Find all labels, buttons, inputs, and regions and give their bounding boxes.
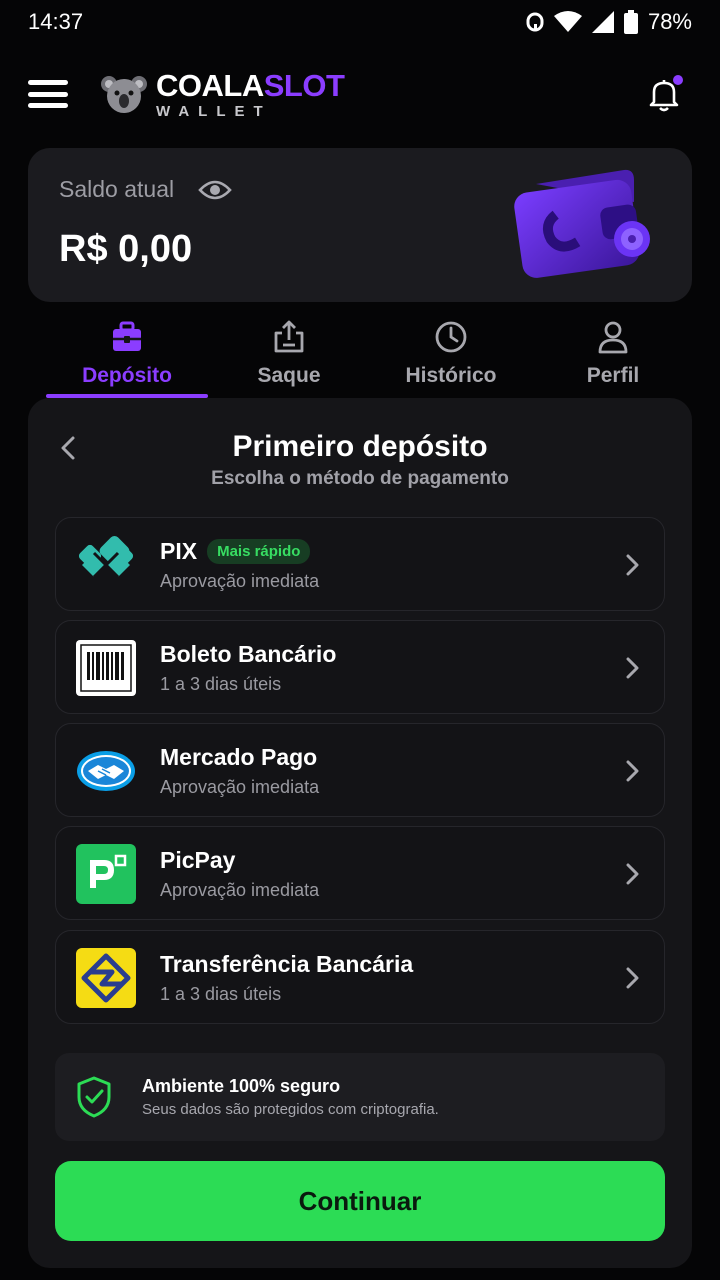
tab-label: Saque	[257, 364, 321, 387]
chevron-right-icon	[626, 760, 639, 782]
bank-icon	[76, 948, 136, 1008]
chevron-right-icon	[626, 554, 639, 576]
status-time: 14:37	[28, 9, 84, 34]
continue-button[interactable]: Continuar	[55, 1161, 665, 1241]
tab-label: Histórico	[405, 364, 497, 387]
security-title: Ambiente 100% seguro	[142, 1076, 341, 1096]
security-notice: Ambiente 100% seguro Seus dados são prot…	[55, 1053, 665, 1141]
mercado-pago-icon	[77, 751, 135, 791]
panel-title: Primeiro depósito	[232, 430, 488, 463]
menu-icon[interactable]	[28, 76, 68, 112]
app-header: COALASLOT WALLET	[0, 56, 720, 132]
notification-bell-icon[interactable]	[644, 74, 684, 114]
tab-deposito[interactable]: Depósito	[46, 312, 208, 398]
balance-value: R$ 0,00	[59, 228, 193, 270]
wallet-icon	[514, 169, 650, 278]
tab-saque[interactable]: Saque	[208, 312, 370, 398]
eye-icon[interactable]	[198, 178, 232, 202]
method-description: Aprovação imediata	[160, 777, 320, 797]
battery-icon	[623, 10, 638, 34]
payment-method-pix[interactable]: PIX Mais rápido Aprovação imediata	[55, 517, 665, 611]
wifi-icon	[553, 11, 582, 32]
sync-icon	[526, 12, 544, 32]
method-name: Boleto Bancário	[160, 641, 337, 667]
balance-label: Saldo atual	[59, 176, 175, 202]
method-description: 1 a 3 dias úteis	[160, 984, 282, 1004]
method-name: PicPay	[160, 847, 236, 873]
method-name: Transferência Bancária	[160, 951, 414, 977]
method-name: Mercado Pago	[160, 744, 318, 770]
signal-icon	[591, 11, 614, 33]
deposit-icon	[113, 321, 141, 351]
clock-icon	[435, 321, 467, 353]
chevron-right-icon	[626, 863, 639, 885]
chevron-right-icon	[626, 657, 639, 679]
logo-text-coala: COALA	[156, 67, 264, 103]
withdraw-icon	[274, 320, 304, 353]
payment-method-picpay[interactable]: PicPay Aprovação imediata	[55, 826, 665, 920]
fastest-badge: Mais rápido	[207, 539, 311, 564]
main-tabs: Depósito Saque Histórico Perfil	[46, 312, 694, 398]
chevron-right-icon	[626, 967, 639, 989]
security-description: Seus dados são protegidos com criptograf…	[142, 1101, 439, 1118]
status-bar: 14:37 78%	[0, 0, 720, 44]
picpay-icon	[76, 844, 136, 904]
method-description: Aprovação imediata	[160, 880, 320, 900]
tab-label: Depósito	[82, 364, 172, 387]
tab-label: Perfil	[586, 364, 640, 387]
method-name: PIX	[160, 538, 198, 564]
barcode-icon	[76, 640, 136, 696]
method-description: 1 a 3 dias úteis	[160, 674, 282, 694]
pix-icon	[78, 535, 134, 579]
koala-icon	[101, 76, 147, 113]
user-icon	[598, 321, 628, 354]
payment-method-transferencia[interactable]: Transferência Bancária 1 a 3 dias úteis	[55, 930, 665, 1024]
balance-card: Saldo atual R$ 0,00	[28, 148, 692, 302]
tab-perfil[interactable]: Perfil	[532, 312, 694, 398]
payment-method-mercado-pago[interactable]: Mercado Pago Aprovação imediata	[55, 723, 665, 817]
status-icons: 78%	[526, 9, 692, 35]
panel-subtitle: Escolha o método de pagamento	[211, 468, 509, 489]
battery-level: 78%	[647, 9, 692, 34]
method-description: Aprovação imediata	[160, 571, 320, 591]
app-logo: COALASLOT WALLET	[100, 67, 345, 120]
logo-subtitle: WALLET	[156, 102, 272, 120]
tab-historico[interactable]: Histórico	[370, 312, 532, 398]
deposit-panel: Primeiro depósito Escolha o método de pa…	[28, 398, 692, 1268]
shield-check-icon	[77, 1076, 111, 1118]
logo-text-slot: SLOT	[263, 67, 345, 103]
payment-method-boleto[interactable]: Boleto Bancário 1 a 3 dias úteis	[55, 620, 665, 714]
